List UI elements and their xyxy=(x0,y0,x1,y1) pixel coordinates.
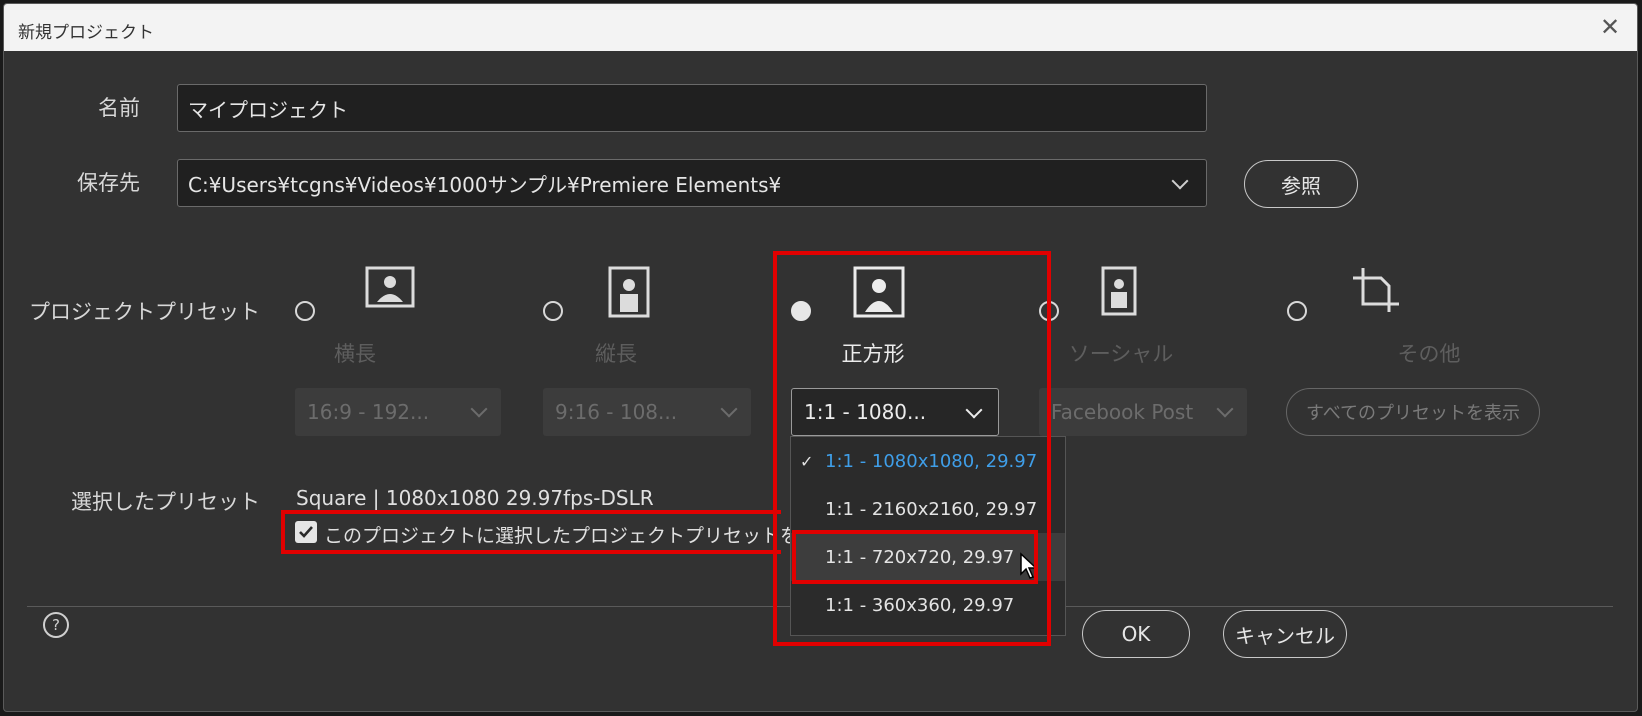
show-all-presets-button[interactable]: すべてのプリセットを表示 xyxy=(1286,388,1540,436)
cancel-button[interactable]: キャンセル xyxy=(1223,610,1347,658)
dropdown-item-label: 1:1 - 720x720, 29.97 xyxy=(825,546,1015,568)
checkmark-icon xyxy=(299,526,313,538)
new-project-dialog: 新規プロジェクト ✕ 名前 保存先 C:¥Users¥tcgns¥Videos¥… xyxy=(3,3,1638,712)
name-label: 名前 xyxy=(98,96,140,120)
preset-label-social: ソーシャル xyxy=(1068,342,1174,366)
apply-preset-checkbox-label: このプロジェクトに選択したプロジェクトプリセットを適 xyxy=(324,525,794,547)
preset-label-portrait: 縦長 xyxy=(595,342,637,366)
location-label: 保存先 xyxy=(77,171,140,195)
dropdown-item-label: 1:1 - 1080x1080, 29.97 xyxy=(825,450,1038,472)
portrait-photo-icon xyxy=(608,266,650,318)
preset-select-social-value: Facebook Post xyxy=(1051,400,1194,424)
dropdown-item-label: 1:1 - 2160x2160, 29.97 xyxy=(825,498,1038,520)
preset-select-square[interactable]: 1:1 - 1080... xyxy=(791,388,999,436)
crop-icon xyxy=(1353,268,1399,312)
preset-label-other: その他 xyxy=(1397,342,1461,366)
help-icon[interactable]: ? xyxy=(43,612,69,638)
chevron-down-icon xyxy=(1216,400,1234,418)
location-value: C:¥Users¥tcgns¥Videos¥1000サンプル¥Premiere … xyxy=(188,172,782,197)
chevron-down-icon xyxy=(720,400,738,418)
browse-button[interactable]: 参照 xyxy=(1244,160,1358,208)
chevron-down-icon xyxy=(965,401,983,419)
preset-label-landscape: 横長 xyxy=(334,342,376,366)
close-button[interactable]: ✕ xyxy=(1597,14,1623,40)
chevron-down-icon xyxy=(470,400,488,418)
dropdown-item-label: 1:1 - 360x360, 29.97 xyxy=(825,594,1015,616)
landscape-photo-icon xyxy=(365,266,415,308)
chevron-down-icon xyxy=(1171,172,1189,190)
close-icon: ✕ xyxy=(1599,13,1621,41)
dropdown-item[interactable]: 1:1 - 360x360, 29.97 xyxy=(791,581,1065,629)
social-portrait-icon xyxy=(1101,266,1137,316)
location-select[interactable]: C:¥Users¥tcgns¥Videos¥1000サンプル¥Premiere … xyxy=(177,159,1207,207)
preset-select-portrait: 9:16 - 108... xyxy=(543,388,751,436)
preset-radio-social[interactable] xyxy=(1039,301,1059,321)
preset-radio-portrait[interactable] xyxy=(543,301,563,321)
preset-label-square: 正方形 xyxy=(841,342,905,366)
preset-select-social: Facebook Post xyxy=(1039,388,1247,436)
preset-radio-other[interactable] xyxy=(1287,301,1307,321)
title-bar: 新規プロジェクト ✕ xyxy=(4,4,1637,51)
name-input[interactable] xyxy=(188,96,1196,120)
preset-dropdown-menu: ✓ 1:1 - 1080x1080, 29.97 1:1 - 2160x2160… xyxy=(790,436,1066,636)
check-icon: ✓ xyxy=(800,451,814,471)
square-photo-icon xyxy=(853,266,905,318)
dropdown-item[interactable]: 1:1 - 2160x2160, 29.97 xyxy=(791,485,1065,533)
dialog-title: 新規プロジェクト xyxy=(18,23,154,43)
preset-select-square-value: 1:1 - 1080... xyxy=(804,400,927,424)
preset-select-portrait-value: 9:16 - 108... xyxy=(555,400,678,424)
selected-preset-label: 選択したプリセット xyxy=(71,490,260,514)
ok-button[interactable]: OK xyxy=(1082,610,1190,658)
dropdown-item[interactable]: ✓ 1:1 - 1080x1080, 29.97 xyxy=(791,437,1065,485)
project-preset-label: プロジェクトプリセット xyxy=(29,300,260,324)
name-field[interactable] xyxy=(177,84,1207,132)
apply-preset-checkbox[interactable] xyxy=(295,521,317,543)
mouse-cursor-icon xyxy=(1020,552,1038,579)
selected-preset-value: Square | 1080x1080 29.97fps-DSLR xyxy=(296,486,654,510)
preset-radio-square[interactable] xyxy=(791,301,811,321)
preset-select-landscape-value: 16:9 - 192... xyxy=(307,400,430,424)
preset-select-landscape: 16:9 - 192... xyxy=(295,388,501,436)
preset-radio-landscape[interactable] xyxy=(295,301,315,321)
